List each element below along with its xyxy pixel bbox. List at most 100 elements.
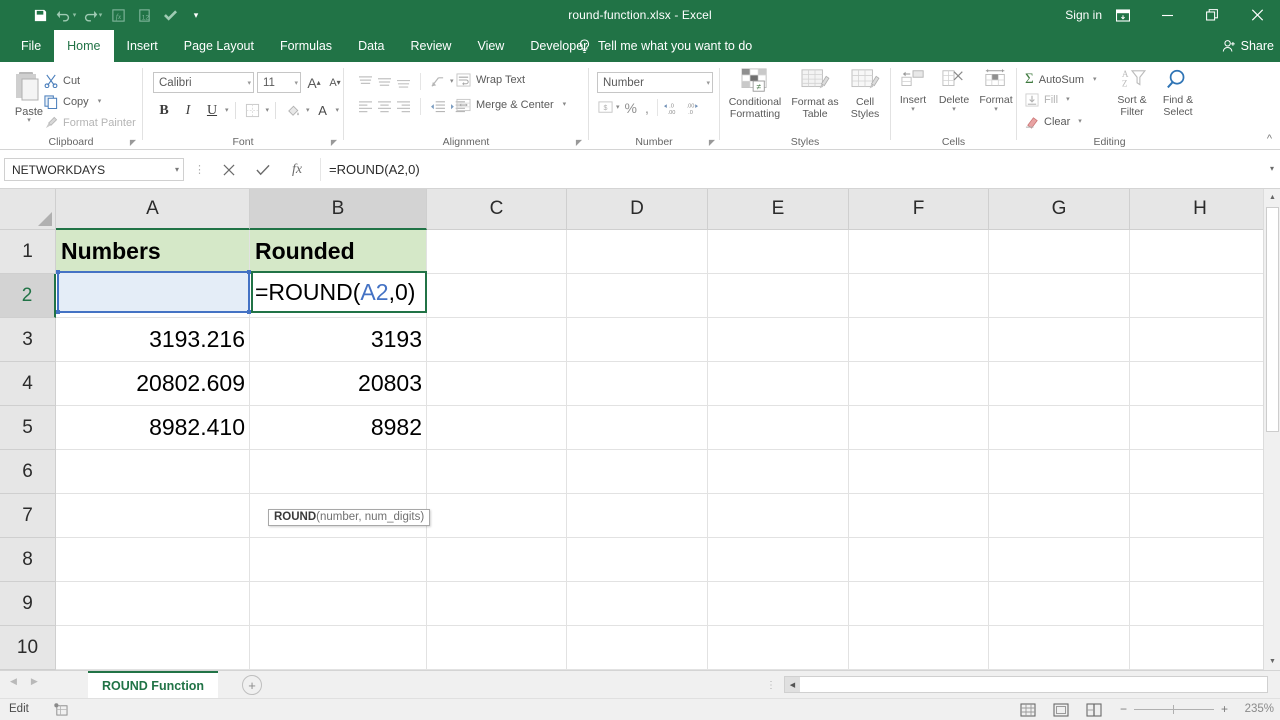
cell-b1[interactable]: Rounded [250, 230, 427, 274]
font-color-caret-icon[interactable]: ▾ [336, 108, 340, 114]
fill-color-caret-icon[interactable]: ▾ [306, 108, 310, 114]
row-header-5[interactable]: 5 [0, 406, 56, 450]
calculate-icon[interactable]: fx [106, 3, 130, 27]
cell-e8[interactable] [708, 538, 849, 582]
cell-c7[interactable] [427, 494, 567, 538]
select-all-button[interactable] [0, 189, 56, 230]
normal-view-icon[interactable] [1020, 702, 1036, 718]
cut-button[interactable]: Cut [44, 74, 80, 88]
format-cells-button[interactable]: Format ▾ [975, 68, 1017, 113]
cell-d2[interactable] [567, 274, 708, 318]
vertical-scroll-thumb[interactable] [1266, 207, 1279, 432]
sort-filter-button[interactable]: A Z Sort & Filter [1109, 68, 1155, 118]
scroll-down-icon[interactable]: ▼ [1264, 653, 1280, 670]
cell-a3[interactable]: 3193.216 [56, 318, 250, 362]
cell-e6[interactable] [708, 450, 849, 494]
tab-page-layout[interactable]: Page Layout [171, 30, 267, 62]
accounting-format-icon[interactable]: $ [597, 100, 614, 116]
previous-sheet-icon[interactable]: ◀ [10, 676, 17, 687]
horizontal-scrollbar[interactable]: ◀ [784, 676, 1268, 693]
cell-h3[interactable] [1130, 318, 1271, 362]
column-header-a[interactable]: A [56, 189, 250, 230]
autosum-button[interactable]: Σ AutoSum ▾ [1025, 71, 1097, 88]
sheet-splitter[interactable]: ⋮ [766, 680, 776, 691]
row-header-3[interactable]: 3 [0, 318, 56, 362]
cell-h10[interactable] [1130, 626, 1271, 670]
row-header-4[interactable]: 4 [0, 362, 56, 406]
underline-button[interactable]: U [201, 100, 223, 121]
cell-c5[interactable] [427, 406, 567, 450]
formula-input[interactable]: =ROUND(A2,0) [320, 158, 1256, 181]
column-header-c[interactable]: C [427, 189, 567, 230]
cell-e1[interactable] [708, 230, 849, 274]
vertical-scrollbar[interactable]: ▲ ▼ [1263, 189, 1280, 670]
borders-button[interactable] [242, 100, 264, 121]
cell-h6[interactable] [1130, 450, 1271, 494]
cell-d8[interactable] [567, 538, 708, 582]
redo-icon[interactable]: ▾ [80, 3, 104, 27]
name-box-caret-icon[interactable]: ▾ [175, 165, 179, 174]
cell-a7[interactable] [56, 494, 250, 538]
borders-caret-icon[interactable]: ▾ [266, 108, 270, 114]
cell-b6[interactable] [250, 450, 427, 494]
clear-caret-icon[interactable]: ▾ [1078, 119, 1082, 125]
cell-g9[interactable] [989, 582, 1130, 626]
zoom-level-label[interactable]: 235% [1245, 703, 1274, 715]
align-right-icon[interactable] [396, 100, 411, 113]
zoom-slider[interactable]: − + [1120, 702, 1228, 716]
cell-styles-button[interactable]: Cell Styles [842, 68, 888, 120]
cell-f2[interactable] [849, 274, 989, 318]
delete-caret-icon[interactable]: ▾ [952, 107, 956, 113]
cell-e7[interactable] [708, 494, 849, 538]
number-dialog-launcher[interactable]: ◤ [709, 138, 715, 147]
customize-quick-access-toolbar-icon[interactable]: ▾ [184, 3, 208, 27]
cell-b3[interactable]: 3193 [250, 318, 427, 362]
cell-g6[interactable] [989, 450, 1130, 494]
fill-color-button[interactable] [282, 100, 304, 121]
cell-b8[interactable] [250, 538, 427, 582]
zoom-out-button[interactable]: − [1120, 702, 1127, 716]
insert-function-button[interactable]: fx [284, 159, 310, 181]
page-layout-view-icon[interactable] [1053, 702, 1069, 718]
add-sheet-button[interactable]: + [242, 675, 262, 695]
paste-caret-icon[interactable]: ▾ [27, 118, 31, 124]
insert-cells-button[interactable]: Insert ▾ [893, 68, 933, 113]
alignment-dialog-launcher[interactable]: ◤ [576, 138, 582, 147]
minimize-icon[interactable] [1145, 0, 1190, 30]
format-caret-icon[interactable]: ▾ [994, 107, 998, 113]
column-header-d[interactable]: D [567, 189, 708, 230]
find-select-button[interactable]: Find & Select [1155, 68, 1201, 118]
font-family-combo[interactable]: Calibri ▾ [153, 72, 254, 93]
increase-decimal-icon[interactable]: .0.00 [663, 100, 680, 116]
cell-e5[interactable] [708, 406, 849, 450]
row-header-8[interactable]: 8 [0, 538, 56, 582]
cell-f8[interactable] [849, 538, 989, 582]
align-left-icon[interactable] [358, 100, 373, 113]
cell-e9[interactable] [708, 582, 849, 626]
merge-center-caret-icon[interactable]: ▾ [563, 102, 567, 108]
font-dialog-launcher[interactable]: ◤ [331, 138, 337, 147]
cell-a5[interactable]: 8982.410 [56, 406, 250, 450]
cell-d5[interactable] [567, 406, 708, 450]
cell-b10[interactable] [250, 626, 427, 670]
cancel-formula-button[interactable] [216, 159, 242, 181]
column-header-e[interactable]: E [708, 189, 849, 230]
tab-review[interactable]: Review [397, 30, 464, 62]
align-middle-icon[interactable] [377, 75, 392, 88]
wrap-text-button[interactable]: Wrap Text [456, 73, 525, 87]
fill-button[interactable]: Fill ▾ [1025, 93, 1070, 107]
cell-f7[interactable] [849, 494, 989, 538]
cell-f9[interactable] [849, 582, 989, 626]
expand-formula-bar-icon[interactable]: ▾ [1270, 164, 1274, 173]
tab-file[interactable]: File [8, 30, 54, 62]
cell-h1[interactable] [1130, 230, 1271, 274]
cell-g3[interactable] [989, 318, 1130, 362]
cell-h7[interactable] [1130, 494, 1271, 538]
underline-caret-icon[interactable]: ▾ [225, 108, 229, 114]
save-icon[interactable] [28, 3, 52, 27]
enter-formula-button[interactable] [250, 159, 276, 181]
cell-h4[interactable] [1130, 362, 1271, 406]
conditional-formatting-button[interactable]: ≠ Conditional Formatting [724, 68, 786, 120]
cell-d9[interactable] [567, 582, 708, 626]
cell-c10[interactable] [427, 626, 567, 670]
